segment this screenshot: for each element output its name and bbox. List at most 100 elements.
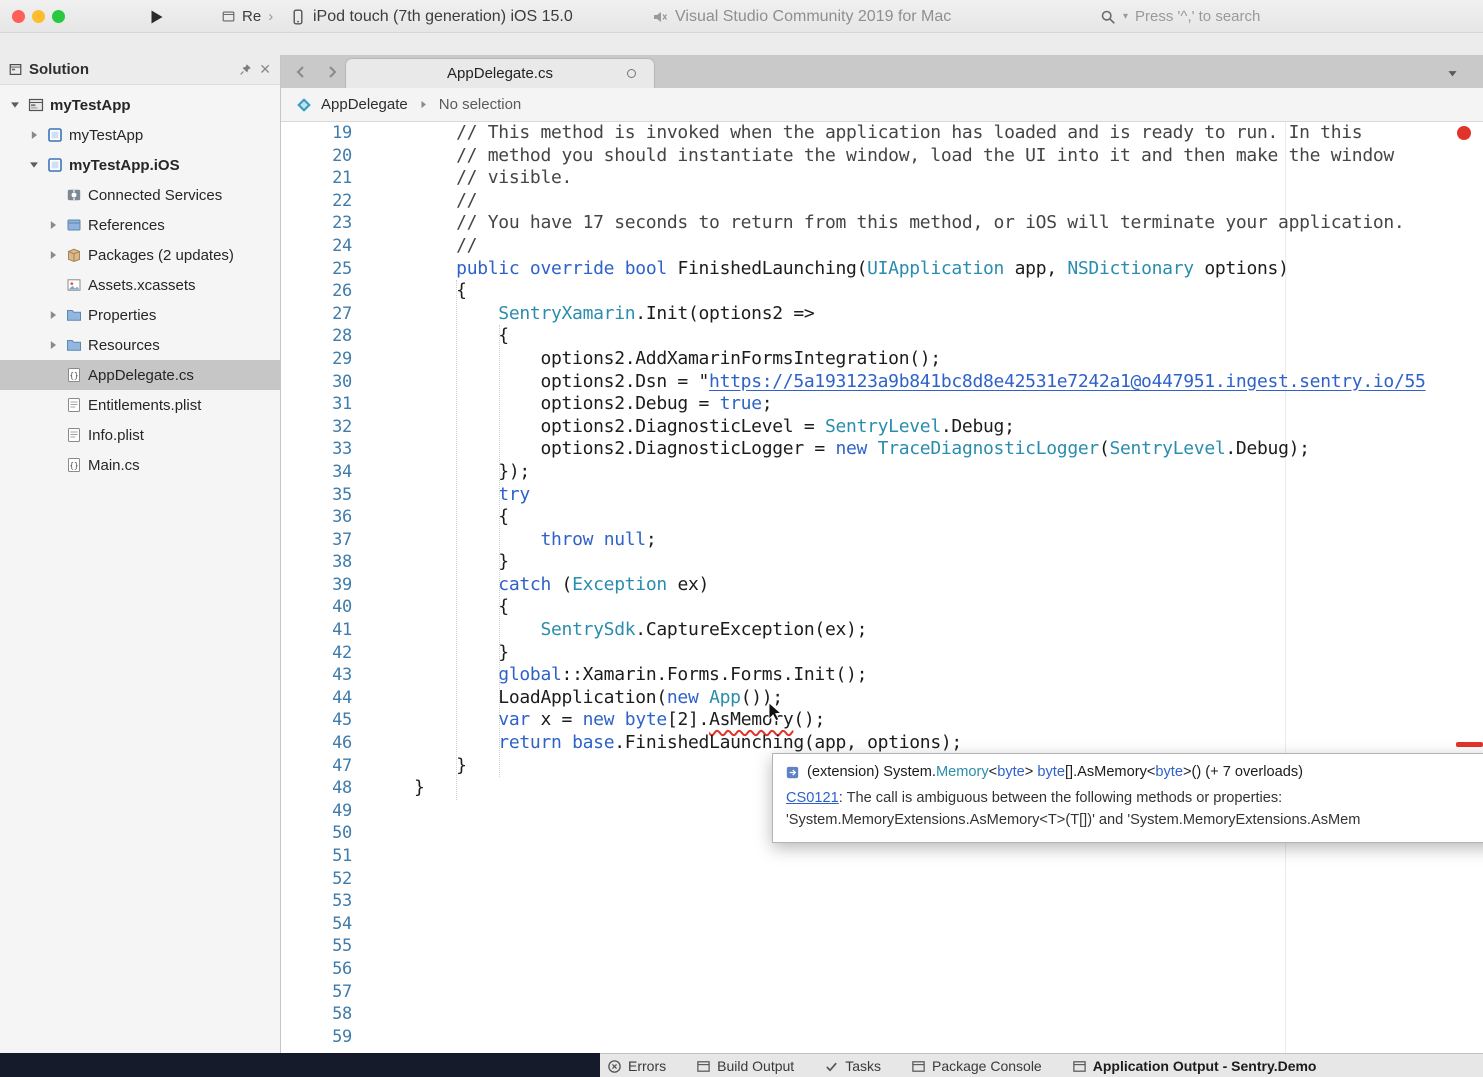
tree-item-packages-2-updates[interactable]: Packages (2 updates) (0, 240, 280, 270)
line-number[interactable]: 52 (281, 868, 352, 891)
run-button[interactable] (148, 0, 164, 33)
line-number[interactable]: 58 (281, 1003, 352, 1026)
line-number[interactable]: 42 (281, 642, 352, 665)
line-number[interactable]: 43 (281, 664, 352, 687)
line-number[interactable]: 19 (281, 122, 352, 145)
line-number[interactable]: 35 (281, 484, 352, 507)
navigate-back-icon[interactable] (293, 64, 309, 80)
line-number[interactable]: 55 (281, 935, 352, 958)
pad-errors[interactable]: Errors (607, 1058, 666, 1074)
code-line-59[interactable]: 59 (281, 1026, 1483, 1049)
search-field[interactable]: ▾ Press '^,' to search (1100, 0, 1260, 33)
expand-icon[interactable] (46, 248, 60, 262)
expand-icon[interactable] (46, 308, 60, 322)
line-number[interactable]: 31 (281, 393, 352, 416)
expand-icon[interactable] (27, 128, 41, 142)
code-line-44[interactable]: 44 LoadApplication(new App()); (281, 687, 1483, 710)
line-number[interactable]: 37 (281, 529, 352, 552)
tree-item-assets-xcassets[interactable]: Assets.xcassets (0, 270, 280, 300)
line-number[interactable]: 27 (281, 303, 352, 326)
zoom-window-button[interactable] (52, 10, 65, 23)
line-number[interactable]: 57 (281, 981, 352, 1004)
code-line-28[interactable]: 28 { (281, 325, 1483, 348)
tree-item-info-plist[interactable]: Info.plist (0, 420, 280, 450)
tree-item-mytestapp-ios[interactable]: myTestApp.iOS (0, 150, 280, 180)
line-number[interactable]: 44 (281, 687, 352, 710)
line-number[interactable]: 46 (281, 732, 352, 755)
tree-item-mytestapp[interactable]: myTestApp (0, 90, 280, 120)
line-number[interactable]: 23 (281, 212, 352, 235)
code-line-51[interactable]: 51 (281, 845, 1483, 868)
line-number[interactable]: 30 (281, 371, 352, 394)
collapse-icon[interactable] (27, 158, 41, 172)
code-line-33[interactable]: 33 options2.DiagnosticLogger = new Trace… (281, 438, 1483, 461)
breadcrumb-member[interactable]: No selection (439, 96, 522, 113)
line-number[interactable]: 39 (281, 574, 352, 597)
line-number[interactable]: 32 (281, 416, 352, 439)
code-line-20[interactable]: 20 // method you should instantiate the … (281, 145, 1483, 168)
line-number[interactable]: 48 (281, 777, 352, 800)
code-line-30[interactable]: 30 options2.Dsn = "https://5a193123a9b84… (281, 371, 1483, 394)
expand-icon[interactable] (46, 218, 60, 232)
code-editor[interactable]: 19 // This method is invoked when the ap… (281, 122, 1483, 1053)
pad-application-output-sentry-demo[interactable]: Application Output - Sentry.Demo (1072, 1058, 1317, 1074)
minimize-window-button[interactable] (32, 10, 45, 23)
code-line-22[interactable]: 22 // (281, 190, 1483, 213)
pin-pad-icon[interactable] (239, 63, 252, 76)
code-line-23[interactable]: 23 // You have 17 seconds to return from… (281, 212, 1483, 235)
code-line-24[interactable]: 24 // (281, 235, 1483, 258)
unsaved-dot-icon[interactable] (627, 69, 636, 78)
tree-item-appdelegate-cs[interactable]: {}AppDelegate.cs (0, 360, 280, 390)
code-line-58[interactable]: 58 (281, 1003, 1483, 1026)
pad-tasks[interactable]: Tasks (824, 1058, 881, 1074)
line-number[interactable]: 25 (281, 258, 352, 281)
code-line-38[interactable]: 38 } (281, 551, 1483, 574)
line-number[interactable]: 40 (281, 596, 352, 619)
line-number[interactable]: 56 (281, 958, 352, 981)
line-number[interactable]: 38 (281, 551, 352, 574)
code-line-25[interactable]: 25 public override bool FinishedLaunchin… (281, 258, 1483, 281)
expand-icon[interactable] (46, 338, 60, 352)
code-line-36[interactable]: 36 { (281, 506, 1483, 529)
line-number[interactable]: 41 (281, 619, 352, 642)
code-line-43[interactable]: 43 global::Xamarin.Forms.Forms.Init(); (281, 664, 1483, 687)
tree-item-connected-services[interactable]: Connected Services (0, 180, 280, 210)
code-line-21[interactable]: 21 // visible. (281, 167, 1483, 190)
code-line-41[interactable]: 41 SentrySdk.CaptureException(ex); (281, 619, 1483, 642)
code-line-55[interactable]: 55 (281, 935, 1483, 958)
tree-item-resources[interactable]: Resources (0, 330, 280, 360)
line-number[interactable]: 36 (281, 506, 352, 529)
tree-item-references[interactable]: References (0, 210, 280, 240)
line-number[interactable]: 22 (281, 190, 352, 213)
code-line-27[interactable]: 27 SentryXamarin.Init(options2 => (281, 303, 1483, 326)
code-line-39[interactable]: 39 catch (Exception ex) (281, 574, 1483, 597)
device-selector[interactable]: iPod touch (7th generation) iOS 15.0 (290, 0, 573, 33)
navigate-forward-icon[interactable] (324, 64, 340, 80)
pad-build-output[interactable]: Build Output (696, 1058, 794, 1074)
line-number[interactable]: 26 (281, 280, 352, 303)
line-number[interactable]: 20 (281, 145, 352, 168)
tree-item-properties[interactable]: Properties (0, 300, 280, 330)
collapse-icon[interactable] (8, 98, 22, 112)
code-line-54[interactable]: 54 (281, 913, 1483, 936)
code-line-31[interactable]: 31 options2.Debug = true; (281, 393, 1483, 416)
pad-package-console[interactable]: Package Console (911, 1058, 1042, 1074)
line-number[interactable]: 53 (281, 890, 352, 913)
code-line-52[interactable]: 52 (281, 868, 1483, 891)
close-window-button[interactable] (12, 10, 25, 23)
line-number[interactable]: 21 (281, 167, 352, 190)
code-line-57[interactable]: 57 (281, 981, 1483, 1004)
line-number[interactable]: 45 (281, 709, 352, 732)
line-number[interactable]: 29 (281, 348, 352, 371)
code-line-35[interactable]: 35 try (281, 484, 1483, 507)
tree-item-mytestapp[interactable]: myTestApp (0, 120, 280, 150)
line-number[interactable]: 28 (281, 325, 352, 348)
close-pad-icon[interactable]: ✕ (259, 61, 271, 78)
code-line-34[interactable]: 34 }); (281, 461, 1483, 484)
code-line-19[interactable]: 19 // This method is invoked when the ap… (281, 122, 1483, 145)
tab-list-caret-icon[interactable] (1446, 67, 1459, 80)
line-number[interactable]: 34 (281, 461, 352, 484)
line-number[interactable]: 33 (281, 438, 352, 461)
line-number[interactable]: 54 (281, 913, 352, 936)
code-line-53[interactable]: 53 (281, 890, 1483, 913)
